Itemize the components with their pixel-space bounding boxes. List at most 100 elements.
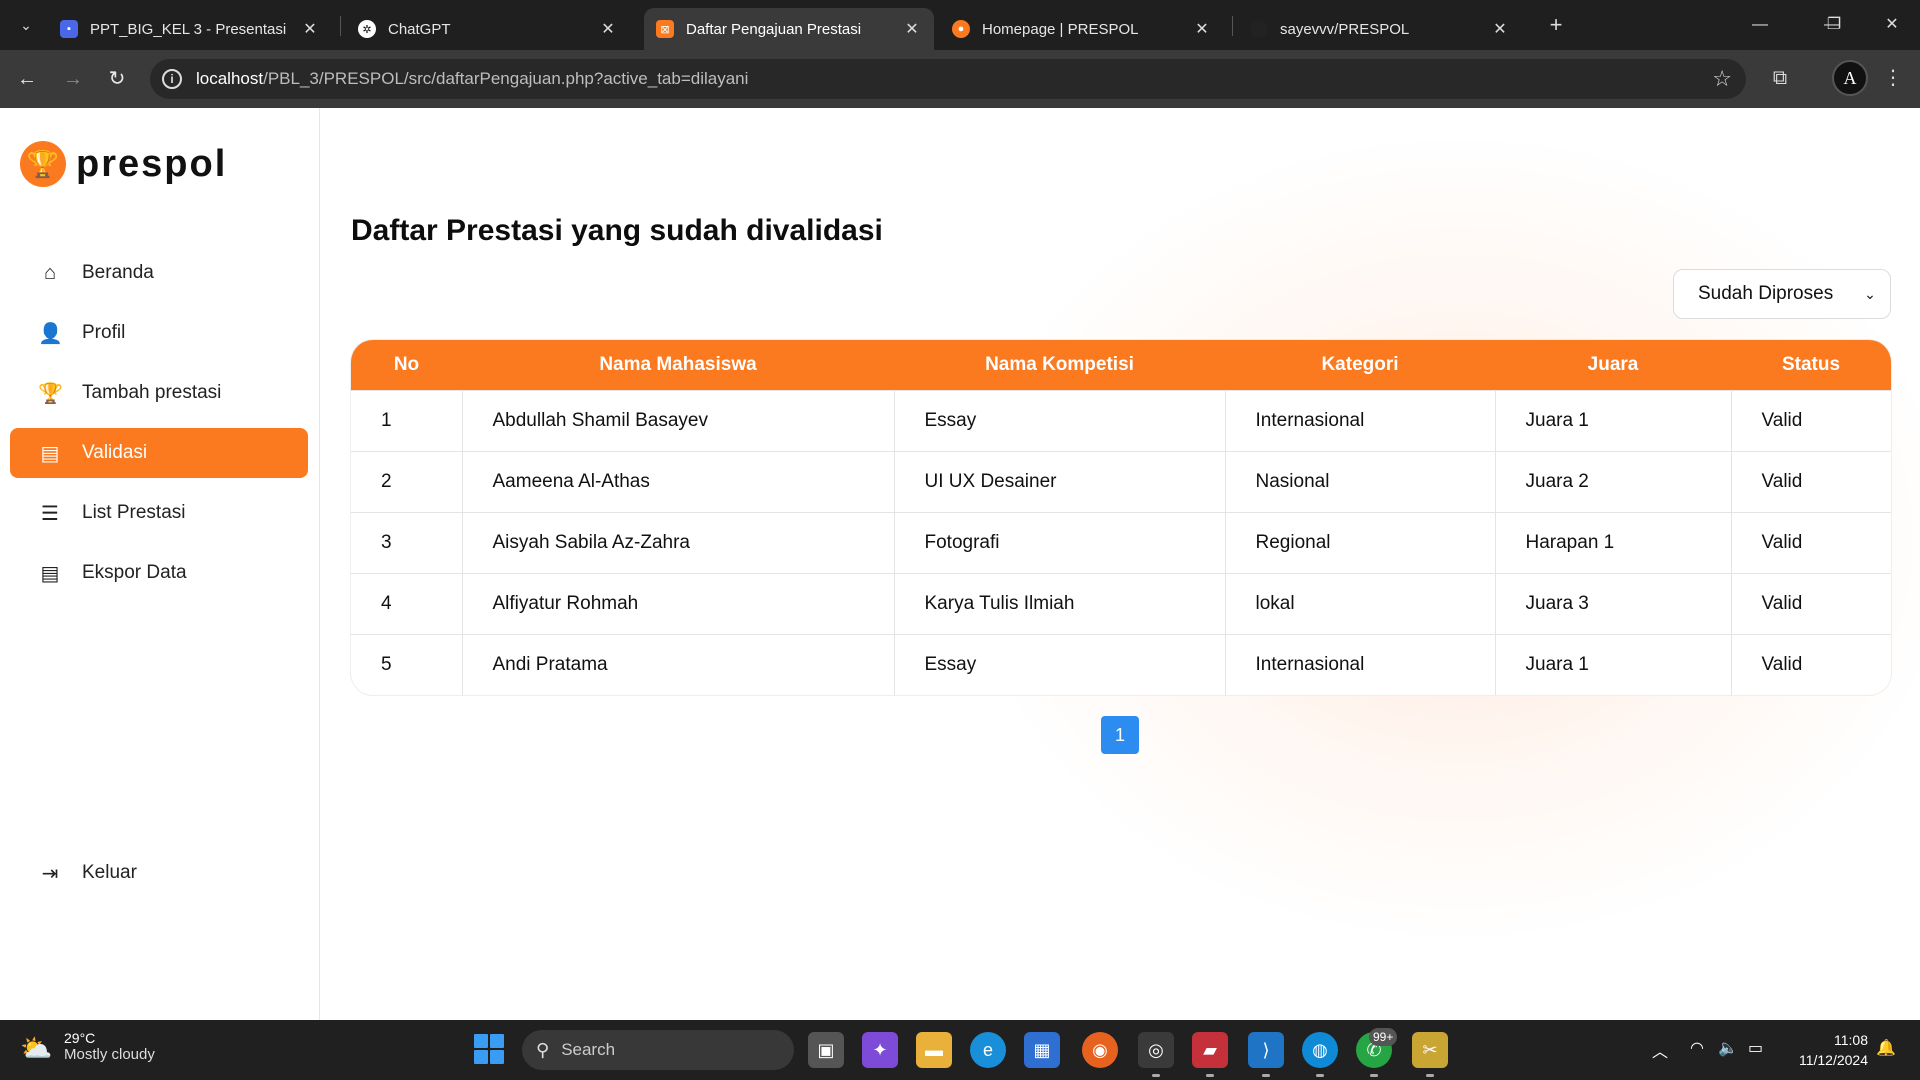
clock-time: 11:08 (1834, 1032, 1868, 1048)
tab-github[interactable]: sayevvv/PRESPOL ✕ (1238, 8, 1522, 50)
reload-icon[interactable]: ↻ (102, 64, 132, 94)
tab-chatgpt[interactable]: ✲ ChatGPT ✕ (346, 8, 630, 50)
new-tab-button[interactable]: + (1542, 12, 1570, 40)
table-cell: Valid (1730, 451, 1891, 512)
search-icon: ⚲ (536, 1039, 550, 1060)
browser-tab-bar: ⌄ ▪ PPT_BIG_KEL 3 - Presentasi ✕ ✲ ChatG… (0, 0, 1920, 50)
close-icon[interactable]: ✕ (300, 19, 320, 39)
column-header: No (393, 353, 420, 375)
table-cell: Essay (893, 390, 1225, 451)
tab-title: Daftar Pengajuan Prestasi (686, 20, 862, 38)
xampp-icon: ⊠ (656, 20, 674, 38)
table-cell: 5 (381, 653, 392, 675)
status-filter-select[interactable]: Sudah Diproses ⌄ (1673, 269, 1891, 319)
cloud-sun-icon: ⛅ (20, 1032, 53, 1063)
chrome-icon[interactable]: ◎ (1138, 1032, 1174, 1077)
trophy-icon: 🏆 (38, 382, 63, 405)
chevron-up-icon[interactable]: ︿ (1652, 1038, 1668, 1062)
forward-icon[interactable]: → (58, 64, 88, 94)
weather-condition: Mostly cloudy (64, 1046, 155, 1063)
list-icon: ☰ (41, 502, 59, 525)
store-icon[interactable]: ▦ (1024, 1032, 1060, 1068)
sidebar-item-label: Validasi (82, 442, 148, 463)
extensions-icon[interactable]: ⧉ (1766, 64, 1794, 92)
table-cell: Nasional (1224, 451, 1495, 512)
vscode-icon[interactable]: ⟩ (1248, 1032, 1284, 1077)
logo[interactable]: 🏆 prespol (20, 141, 227, 187)
table-cell: Fotografi (893, 512, 1225, 573)
prespol-icon: ● (952, 20, 970, 38)
table-cell: Juara 1 (1494, 390, 1731, 451)
sidebar-item-label: Tambah prestasi (82, 382, 222, 403)
table-cell: Valid (1730, 573, 1891, 634)
github-icon (1250, 20, 1268, 38)
close-icon[interactable]: ✕ (902, 19, 922, 39)
sidebar-item-ekspor-data[interactable]: ▤ Ekspor Data (10, 548, 308, 598)
table-cell: Internasional (1224, 390, 1495, 451)
bookmark-star-icon[interactable]: ☆ (1712, 66, 1732, 92)
pagination-page-button[interactable]: 1 (1101, 716, 1139, 754)
tab-title: Homepage | PRESPOL (982, 20, 1139, 38)
sidebar-item-profil[interactable]: 👤 Profil (10, 308, 308, 358)
sidebar-item-beranda[interactable]: ⌂ Beranda (10, 248, 308, 298)
tab-title: sayevvv/PRESPOL (1280, 20, 1410, 38)
table-cell: Valid (1730, 512, 1891, 573)
minimize-icon[interactable]: — (1740, 10, 1780, 40)
bell-icon[interactable]: 🔔 (1876, 1038, 1896, 1058)
battery-icon[interactable]: ▭ (1748, 1038, 1763, 1058)
close-window-icon[interactable]: ✕ (1872, 10, 1912, 40)
table-cell: Abdullah Shamil Basayev (461, 390, 894, 451)
browser-toolbar: ← → ↻ i localhost/PBL_3/PRESPOL/src/daft… (0, 50, 1920, 108)
tab-divider (340, 16, 341, 36)
sidebar-item-label: Beranda (82, 262, 154, 283)
tab-daftar-pengajuan[interactable]: ⊠ Daftar Pengajuan Prestasi ✕ (644, 8, 934, 50)
table-cell: Alfiyatur Rohmah (461, 573, 894, 634)
close-icon[interactable]: ✕ (598, 19, 618, 39)
site-info-icon[interactable]: i (162, 69, 182, 89)
search-label: Search (561, 1040, 616, 1059)
table-cell: 4 (381, 592, 392, 614)
chevron-down-icon: ⌄ (1864, 285, 1876, 302)
back-icon[interactable]: ← (12, 64, 42, 94)
ssms-icon[interactable]: ▰ (1192, 1032, 1228, 1077)
table-cell: Juara 3 (1494, 573, 1731, 634)
table-cell: UI UX Desainer (893, 451, 1225, 512)
weather-widget[interactable]: ⛅ 29°C Mostly cloudy (20, 1030, 155, 1063)
file-explorer-icon[interactable]: ▬ (916, 1032, 952, 1068)
windows-start-icon[interactable] (474, 1034, 504, 1064)
table-row: 1 Abdullah Shamil Basayev Essay Internas… (351, 390, 1891, 451)
table-cell: Aisyah Sabila Az-Zahra (461, 512, 894, 573)
wifi-icon[interactable]: ◠ (1690, 1038, 1704, 1058)
table-cell: Regional (1224, 512, 1495, 573)
table-cell: Juara 2 (1494, 451, 1731, 512)
task-view-icon[interactable]: ▣ (808, 1032, 844, 1068)
close-icon[interactable]: ✕ (1490, 19, 1510, 39)
tab-presentation[interactable]: ▪ PPT_BIG_KEL 3 - Presentasi ✕ (48, 8, 332, 50)
tab-search-icon[interactable]: ⌄ (14, 13, 38, 37)
edge-icon[interactable]: e (970, 1032, 1006, 1068)
volume-icon[interactable]: 🔈 (1718, 1038, 1738, 1058)
logout-button[interactable]: ⇥ Keluar (10, 848, 308, 898)
snipping-tool-icon[interactable]: ✂ (1412, 1032, 1448, 1077)
sidebar-item-list-prestasi[interactable]: ☰ List Prestasi (10, 488, 308, 538)
more-menu-icon[interactable]: ⋮ (1880, 64, 1906, 92)
address-bar[interactable]: i localhost/PBL_3/PRESPOL/src/daftarPeng… (150, 59, 1746, 99)
copilot-icon[interactable]: ✦ (862, 1032, 898, 1068)
close-icon[interactable]: ✕ (1192, 19, 1212, 39)
edge-dev-icon[interactable]: ◍ (1302, 1032, 1338, 1077)
taskbar-search[interactable]: ⚲ Search (522, 1030, 794, 1070)
table-row: 3 Aisyah Sabila Az-Zahra Fotografi Regio… (351, 512, 1891, 573)
table-cell: Harapan 1 (1494, 512, 1731, 573)
restore-icon[interactable]: ❐ (1814, 10, 1854, 40)
tab-homepage-prespol[interactable]: ● Homepage | PRESPOL ✕ (940, 8, 1224, 50)
firefox-icon[interactable]: ◉ (1082, 1032, 1118, 1068)
table-cell: Essay (893, 634, 1225, 695)
clock[interactable]: 11:08 11/12/2024 (1786, 1030, 1868, 1070)
table-cell: Internasional (1224, 634, 1495, 695)
table-cell: Juara 1 (1494, 634, 1731, 695)
table-row: 5 Andi Pratama Essay Internasional Juara… (351, 634, 1891, 695)
sidebar-item-validasi[interactable]: ▤ Validasi (10, 428, 308, 478)
slides-icon: ▪ (60, 20, 78, 38)
sidebar-item-tambah-prestasi[interactable]: 🏆 Tambah prestasi (10, 368, 308, 418)
profile-avatar[interactable]: A (1832, 60, 1868, 96)
